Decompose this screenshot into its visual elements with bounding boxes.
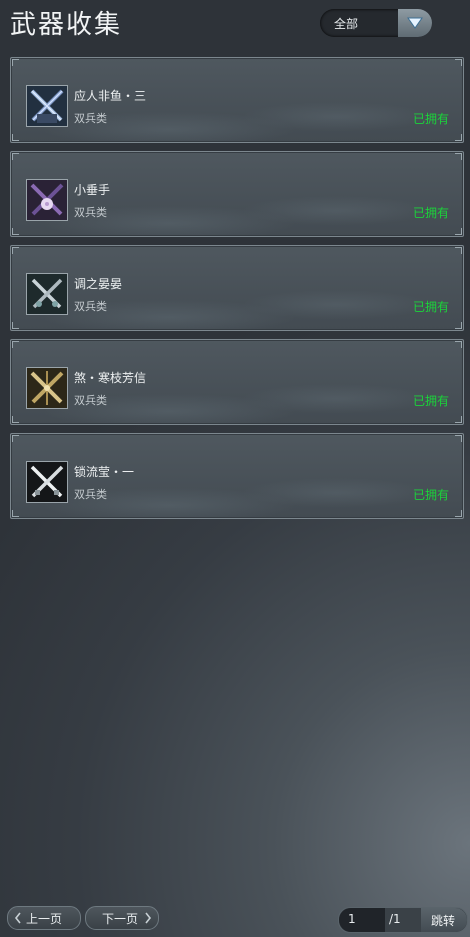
weapon-name: 应人非鱼・三 [74,89,147,103]
gold-crossed-blades-icon [26,367,68,409]
current-page-value: 1 [348,912,356,926]
owned-status: 已拥有 [412,394,449,408]
weapon-card[interactable]: 调之晏晏 双兵类 已拥有 [10,245,464,331]
weapon-name: 锁流莹・一 [74,465,135,479]
dropdown-toggle-button[interactable] [398,9,432,37]
weapon-category: 双兵类 [74,112,107,125]
filter-selected-label: 全部 [334,17,359,31]
weapon-category: 双兵类 [74,300,107,313]
total-pages-label: /1 [389,912,401,926]
weapon-list: 应人非鱼・三 双兵类 已拥有 小垂手 双兵类 已拥有 调之晏晏 双兵类 已拥有 … [10,57,464,527]
weapon-category: 双兵类 [74,488,107,501]
jump-label: 跳转 [431,914,456,928]
prev-page-button[interactable]: 上一页 [7,906,81,930]
chevron-right-icon [145,912,152,924]
weapon-category: 双兵类 [74,206,107,219]
weapon-category: 双兵类 [74,394,107,407]
blue-crossed-blades-icon [26,85,68,127]
prev-page-label: 上一页 [26,912,63,926]
white-crossed-blades-icon [26,461,68,503]
weapon-name: 煞・寒枝芳信 [74,371,147,385]
page-title: 武器收集 [10,10,123,40]
chevron-left-icon [14,912,21,924]
owned-status: 已拥有 [412,112,449,126]
weapon-card[interactable]: 锁流莹・一 双兵类 已拥有 [10,433,464,519]
next-page-label: 下一页 [102,912,139,926]
weapon-name: 小垂手 [74,183,111,197]
weapon-card[interactable]: 应人非鱼・三 双兵类 已拥有 [10,57,464,143]
jump-button[interactable]: 跳转 [421,908,467,932]
owned-status: 已拥有 [412,206,449,220]
weapon-name: 调之晏晏 [74,277,123,291]
owned-status: 已拥有 [412,488,449,502]
category-filter-dropdown[interactable]: 全部 [320,9,432,37]
next-page-button[interactable]: 下一页 [85,906,159,930]
owned-status: 已拥有 [412,300,449,314]
chevron-down-icon [407,17,423,29]
page-number-input[interactable]: 1 [339,908,385,932]
silver-crossed-blades-icon [26,273,68,315]
page-jump-control: 1 /1 跳转 [338,907,468,933]
weapon-card[interactable]: 小垂手 双兵类 已拥有 [10,151,464,237]
weapon-card[interactable]: 煞・寒枝芳信 双兵类 已拥有 [10,339,464,425]
purple-crossed-blades-flower-icon [26,179,68,221]
